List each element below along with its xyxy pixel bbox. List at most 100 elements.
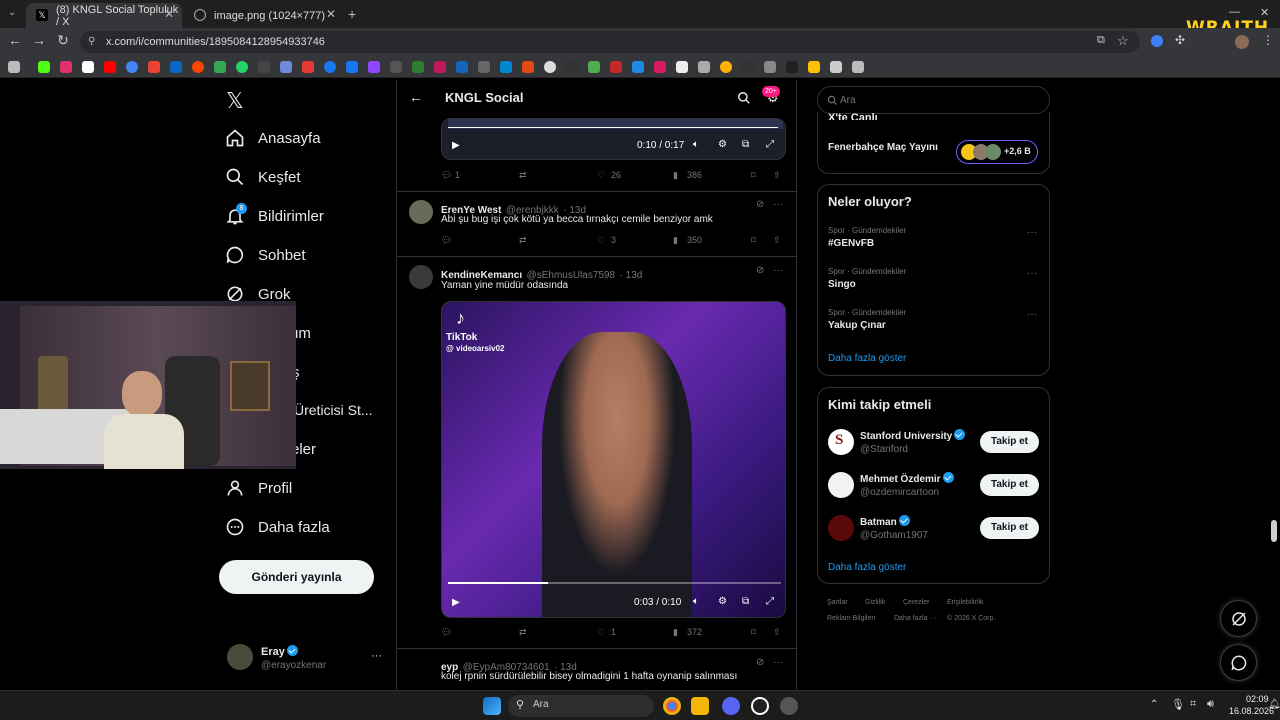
bookmark-icon[interactable] [588, 61, 600, 73]
tweet-time[interactable]: · 13d [620, 270, 643, 281]
follow-name[interactable]: Mehmet Özdemir [860, 472, 954, 485]
live-participants[interactable]: +2,6 B [956, 140, 1038, 164]
obs-icon[interactable] [751, 697, 769, 715]
bookmark-icon[interactable] [522, 61, 534, 73]
avatar[interactable] [409, 200, 433, 224]
back-icon[interactable]: ← [5, 32, 25, 48]
nav-explore[interactable]: Keşfet [225, 160, 301, 194]
bookmark-icon[interactable]: ⌑ [751, 235, 756, 246]
discord-icon[interactable] [722, 697, 740, 715]
bookmark-icon[interactable] [720, 61, 732, 73]
taskbar-search[interactable]: ⚲ Ara [508, 695, 654, 717]
nav-chat[interactable]: Sohbet [225, 238, 306, 272]
reply-icon[interactable]: 💬︎ [441, 235, 452, 246]
bookmark-icon[interactable] [456, 61, 468, 73]
bookmark-icon[interactable] [280, 61, 292, 73]
bookmark-icon[interactable] [830, 61, 842, 73]
share-icon[interactable]: ⇧ [773, 235, 781, 246]
follow-button[interactable]: Takip et [980, 431, 1039, 453]
google-icon[interactable] [126, 61, 138, 73]
follow-button[interactable]: Takip et [980, 517, 1039, 539]
youtube-icon[interactable] [104, 61, 116, 73]
views-icon[interactable]: ▮ [673, 235, 678, 246]
live-event[interactable]: Fenerbahçe Maç Yayını [828, 142, 938, 153]
tweet-video[interactable]: ▶ 0:10 / 0:17 🔈︎ ⚙ ⧉ ⤢ [441, 118, 786, 160]
bookmark-icon[interactable] [852, 61, 864, 73]
tweet-video[interactable]: ♪ TikTok @ videoarsiv02 ▶ 0:03 / 0:10 🔈︎… [441, 301, 786, 618]
follow-name[interactable]: Stanford University [860, 429, 966, 442]
account-avatar[interactable] [227, 644, 253, 670]
bookmark-icon[interactable] [764, 61, 776, 73]
trend-item[interactable]: Singo [828, 279, 856, 290]
kick-icon[interactable] [38, 61, 50, 73]
tray-expand-icon[interactable]: ⌃ [1150, 699, 1158, 710]
nav-home[interactable]: Anasayfa [225, 121, 321, 155]
account-menu-icon[interactable]: ··· [371, 650, 382, 662]
messages-fab[interactable] [1220, 644, 1257, 681]
puzzle-icon[interactable]: ✣ [1175, 33, 1185, 47]
whatsapp-icon[interactable] [236, 61, 248, 73]
menu-icon[interactable]: ⋮ [1262, 33, 1274, 47]
bookmark-icon[interactable] [786, 61, 798, 73]
bookmark-icon[interactable] [654, 61, 666, 73]
post-button[interactable]: Gönderi yayınla [219, 560, 374, 594]
follow-name[interactable]: Batman [860, 515, 910, 528]
bookmark-icon[interactable]: ⌑ [751, 627, 756, 638]
footer-link[interactable]: Gizlilik [865, 599, 885, 606]
footer-link[interactable]: Daha fazla ··· [894, 615, 936, 622]
like-icon[interactable]: ♡ [597, 627, 605, 638]
play-icon[interactable]: ▶ [452, 140, 460, 151]
reply-icon[interactable]: 💬︎ [441, 170, 452, 181]
reddit-icon[interactable] [192, 61, 204, 73]
avatar[interactable] [409, 265, 433, 289]
grok-fab[interactable] [1220, 600, 1257, 637]
retweet-icon[interactable]: ⇄ [519, 235, 527, 246]
scrollbar-thumb[interactable] [1271, 520, 1277, 542]
account-name[interactable]: Eray [261, 645, 298, 658]
footer-link[interactable]: Erişilebilirlik [947, 599, 984, 606]
avatar[interactable] [828, 472, 854, 498]
back-arrow-icon[interactable]: ← [409, 89, 423, 105]
gmail-icon[interactable] [148, 61, 160, 73]
reply-icon[interactable]: 💬︎ [441, 627, 452, 638]
network-icon[interactable]: ⌗ [1190, 698, 1196, 711]
extension-icon[interactable] [1151, 35, 1163, 47]
more-icon[interactable]: ··· [773, 657, 783, 668]
bookmark-icon[interactable] [390, 61, 402, 73]
nav-creator-studio[interactable]: Üreticisi St... [294, 393, 373, 427]
footer-link[interactable]: Reklam Bilgileri [827, 615, 875, 622]
x-logo-icon[interactable]: 𝕏 [226, 88, 244, 114]
grok-icon[interactable]: ⊘ [756, 657, 764, 668]
bookmark-icon[interactable] [170, 61, 182, 73]
microphone-icon[interactable]: 🎙︎ [1171, 698, 1185, 711]
tab-list-icon[interactable]: ⌄ [8, 7, 16, 18]
twitch-icon[interactable] [368, 61, 380, 73]
footer-link[interactable]: Şartlar [827, 599, 848, 606]
retweet-icon[interactable]: ⇄ [519, 627, 527, 638]
bookmark-icon[interactable]: ⌑ [751, 170, 756, 181]
settings-icon[interactable]: ⚙ [718, 596, 727, 607]
bookmark-icon[interactable] [214, 61, 226, 73]
settings-icon[interactable] [780, 697, 798, 715]
pip-icon[interactable]: ⧉ [742, 139, 749, 150]
notification-bell-icon[interactable]: 🔔︎ [1268, 699, 1280, 710]
volume-icon[interactable]: 🔈︎ [693, 596, 699, 607]
follow-button[interactable]: Takip et [980, 474, 1039, 496]
bookmark-icon[interactable] [434, 61, 446, 73]
chrome-icon[interactable] [663, 697, 681, 715]
facebook-icon[interactable] [346, 61, 358, 73]
bookmark-icon[interactable] [676, 61, 688, 73]
search-icon[interactable] [737, 91, 751, 105]
instagram-icon[interactable] [60, 61, 72, 73]
show-more-link[interactable]: Daha fazla göster [828, 353, 906, 364]
fullscreen-icon[interactable]: ⤢ [766, 139, 774, 150]
clock-time[interactable]: 02:09 [1246, 694, 1269, 704]
bookmark-icon[interactable] [566, 61, 578, 73]
avatar[interactable] [828, 515, 854, 541]
new-tab-button[interactable]: + [348, 6, 356, 22]
bookmark-star-icon[interactable]: ☆ [1117, 33, 1129, 49]
window-close-icon[interactable]: ✕ [1260, 6, 1269, 19]
tab-x-community[interactable]: 𝕏 (8) KNGL Social Topluluk / X ✕ [26, 3, 182, 28]
footer-link[interactable]: Çerezler [903, 599, 929, 606]
nav-notifications[interactable]: Bildirimler 8 [225, 199, 324, 233]
